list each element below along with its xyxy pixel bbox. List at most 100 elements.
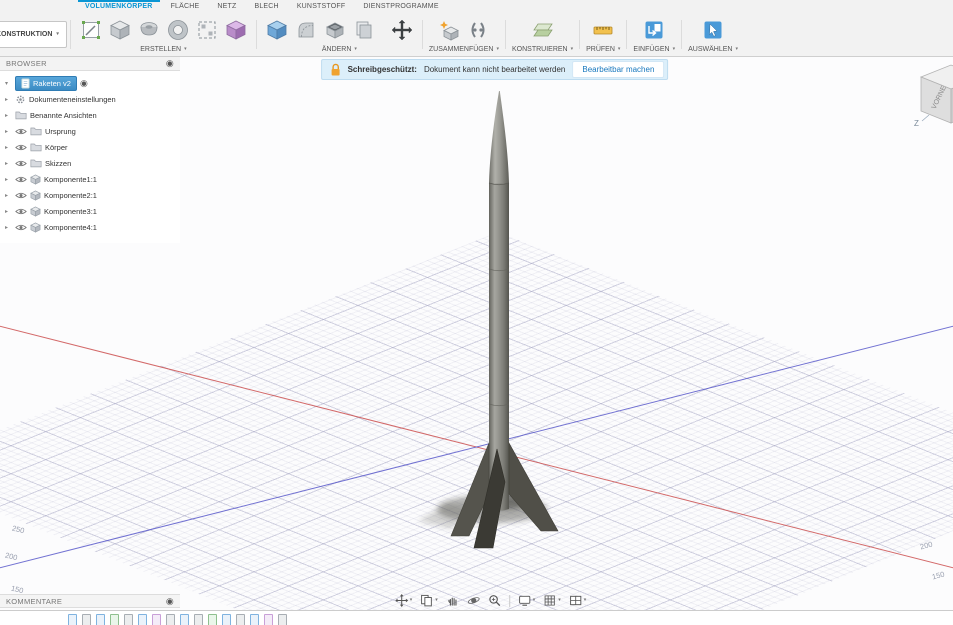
browser-header[interactable]: BROWSER ◉	[0, 57, 180, 71]
zusammenfuegen-dropdown[interactable]: ZUSAMMENFÜGEN▾	[429, 45, 499, 53]
expand-arrow-icon[interactable]: ▸	[5, 192, 12, 199]
timeline-feature-icon[interactable]	[222, 614, 231, 625]
file-views-button[interactable]: ▾	[420, 594, 438, 607]
timeline-feature-icon[interactable]	[68, 614, 77, 625]
tab-kunststoff[interactable]: KUNSTSTOFF	[288, 0, 355, 13]
visibility-eye-icon[interactable]	[15, 191, 27, 200]
rocket-model[interactable]	[451, 91, 558, 548]
extrude-icon[interactable]	[106, 16, 134, 44]
make-editable-button[interactable]: Bearbeitbar machen	[572, 61, 664, 78]
revolve-icon[interactable]	[135, 16, 163, 44]
visibility-eye-icon[interactable]	[15, 127, 27, 136]
tree-row-dokumenteneinstellungen[interactable]: ▸ Dokumenteneinstellungen	[0, 91, 180, 107]
expand-arrow-icon[interactable]: ▸	[5, 224, 12, 231]
timeline-feature-icon[interactable]	[152, 614, 161, 625]
expand-arrow-icon[interactable]: ▸	[5, 144, 12, 151]
chevron-down-icon: ▾	[533, 598, 536, 603]
timeline-feature-icon[interactable]	[166, 614, 175, 625]
visibility-eye-icon[interactable]	[15, 175, 27, 184]
document-root-chip[interactable]: Raketen v2	[15, 76, 77, 91]
timeline-feature-icon[interactable]	[180, 614, 189, 625]
visibility-eye-icon[interactable]	[15, 159, 27, 168]
tab-netz[interactable]: NETZ	[208, 0, 245, 13]
select-cursor-icon[interactable]	[699, 16, 727, 44]
tree-row-ursprung[interactable]: ▸ Ursprung	[0, 123, 180, 139]
create-sketch-icon[interactable]	[77, 16, 105, 44]
konstruktion-dropdown[interactable]: KONSTRUKTION ▾	[0, 21, 67, 48]
visibility-eye-icon[interactable]	[15, 223, 27, 232]
pruefen-dropdown[interactable]: PRÜFEN▾	[586, 45, 620, 53]
viewport-3d[interactable]: 250 200 150 200 150 VORNE Z Schreibgesch…	[0, 57, 953, 610]
viewports-button[interactable]: ▾	[569, 594, 587, 607]
aendern-dropdown[interactable]: ÄNDERN▾	[322, 45, 357, 53]
tree-row-komponente3[interactable]: ▸ Komponente3:1	[0, 203, 180, 219]
lock-icon	[330, 63, 341, 77]
expand-arrow-icon[interactable]: ▸	[5, 96, 12, 103]
tree-row-komponente4[interactable]: ▸ Komponente4:1	[0, 219, 180, 235]
tree-row-komponente2[interactable]: ▸ Komponente2:1	[0, 187, 180, 203]
rocket-nose-cone[interactable]	[489, 91, 509, 183]
joint-icon[interactable]	[464, 16, 492, 44]
tree-row-skizzen[interactable]: ▸ Skizzen	[0, 155, 180, 171]
panel-collapse-icon[interactable]: ◉	[166, 59, 174, 68]
expand-arrow-icon[interactable]: ▸	[5, 208, 12, 215]
expand-arrow-icon[interactable]: ▸	[5, 128, 12, 135]
shell-icon[interactable]	[321, 16, 349, 44]
grid-snaps-button[interactable]: ▾	[543, 594, 561, 607]
viewcube[interactable]: VORNE Z	[913, 59, 953, 131]
timeline-feature-icon[interactable]	[194, 614, 203, 625]
component-icon	[30, 222, 41, 233]
tree-row-benannte-ansichten[interactable]: ▸ Benannte Ansichten	[0, 107, 180, 123]
timeline-feature-icon[interactable]	[236, 614, 245, 625]
tree-row-koerper[interactable]: ▸ Körper	[0, 139, 180, 155]
zoom-button[interactable]	[488, 594, 501, 607]
press-pull-icon[interactable]	[263, 16, 291, 44]
auswaehlen-dropdown[interactable]: AUSWÄHLEN▾	[688, 45, 738, 53]
timeline-feature-icon[interactable]	[138, 614, 147, 625]
new-component-icon[interactable]	[435, 16, 463, 44]
tree-row-komponente1[interactable]: ▸ Komponente1:1	[0, 171, 180, 187]
tab-flaeche[interactable]: FLÄCHE	[162, 0, 209, 13]
tab-blech[interactable]: BLECH	[245, 0, 287, 13]
orbit-button[interactable]	[467, 594, 480, 607]
timeline-feature-icon[interactable]	[82, 614, 91, 625]
fillet-icon[interactable]	[292, 16, 320, 44]
move-copy-icon[interactable]	[388, 16, 416, 44]
timeline-feature-icon[interactable]	[264, 614, 273, 625]
timeline-feature-icon[interactable]	[208, 614, 217, 625]
activate-radio-icon[interactable]: ◉	[80, 79, 88, 88]
visibility-eye-icon[interactable]	[15, 143, 27, 152]
measure-icon[interactable]	[589, 16, 617, 44]
chevron-down-icon: ▾	[735, 47, 738, 52]
pan-move-button[interactable]: ▾	[395, 594, 413, 607]
browser-root-row[interactable]: ▾ Raketen v2 ◉	[0, 75, 180, 91]
display-settings-button[interactable]: ▾	[518, 594, 536, 607]
primitive-box-icon[interactable]	[222, 16, 250, 44]
einfuegen-dropdown[interactable]: EINFÜGEN▾	[633, 45, 675, 53]
konstruieren-dropdown[interactable]: KONSTRUIEREN▾	[512, 45, 573, 53]
expand-arrow-icon[interactable]: ▸	[5, 176, 12, 183]
timeline-feature-icon[interactable]	[278, 614, 287, 625]
expand-arrow-icon[interactable]: ▸	[5, 112, 12, 119]
pattern-icon[interactable]	[193, 16, 221, 44]
sweep-icon[interactable]	[164, 16, 192, 44]
timeline-feature-icon[interactable]	[250, 614, 259, 625]
timeline-feature-icon[interactable]	[96, 614, 105, 625]
toolbar-separator	[626, 20, 627, 49]
construction-plane-icon[interactable]	[529, 16, 557, 44]
tree-item-label: Komponente1:1	[44, 175, 97, 184]
timeline-feature-icon[interactable]	[110, 614, 119, 625]
erstellen-dropdown[interactable]: ERSTELLEN▾	[140, 45, 186, 53]
panel-collapse-icon[interactable]: ◉	[166, 597, 174, 606]
expand-arrow-icon[interactable]: ▾	[5, 80, 12, 87]
combine-icon[interactable]	[350, 16, 378, 44]
pan-hand-button[interactable]	[446, 594, 459, 607]
tab-volumenkoerper[interactable]: VOLUMENKÖRPER	[76, 0, 162, 13]
tab-dienstprogramme[interactable]: DIENSTPROGRAMME	[354, 0, 447, 13]
visibility-eye-icon[interactable]	[15, 207, 27, 216]
insert-icon[interactable]	[640, 16, 668, 44]
expand-arrow-icon[interactable]: ▸	[5, 160, 12, 167]
tree-item-label: Dokumenteneinstellungen	[29, 95, 116, 104]
timeline-feature-icon[interactable]	[124, 614, 133, 625]
comments-header[interactable]: KOMMENTARE ◉	[0, 594, 180, 608]
